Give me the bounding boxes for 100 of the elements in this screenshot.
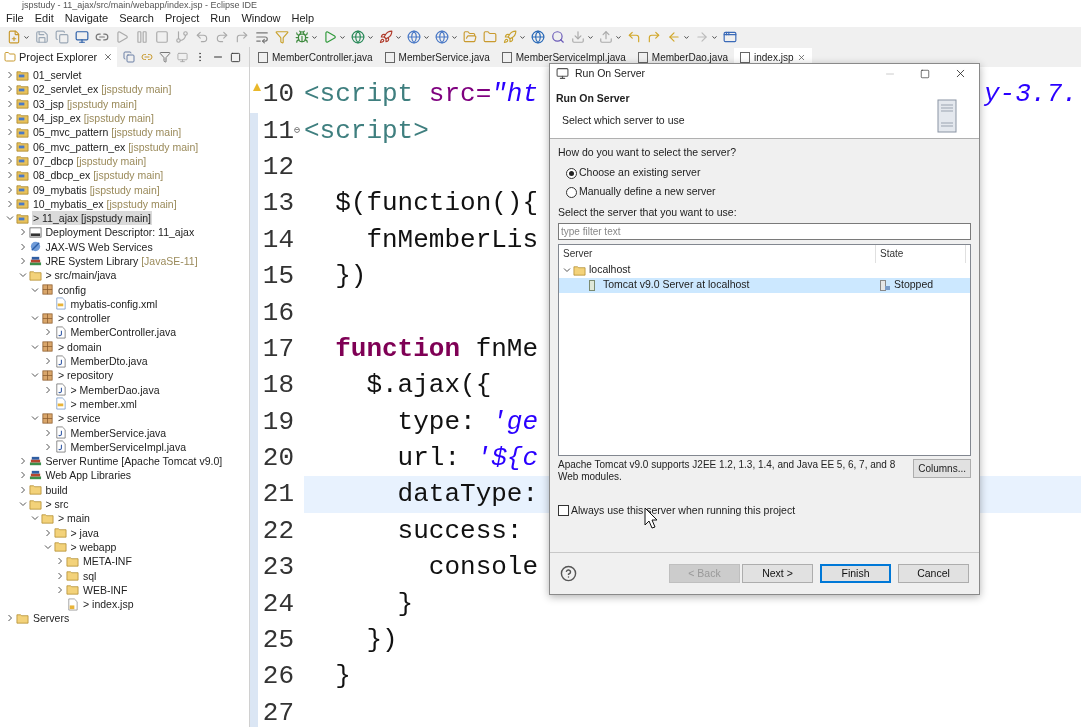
code-line: url: '${c [396, 443, 539, 474]
run-icon[interactable] [323, 30, 337, 44]
link-icon[interactable] [95, 30, 109, 44]
tree-item[interactable]: MemberService.java [69, 425, 168, 440]
server-row[interactable]: Tomcat v9.0 Server at localhost Stopped [559, 277, 970, 293]
launch-icon[interactable] [379, 30, 393, 44]
radio-button[interactable]: Manually define a new server [566, 185, 971, 199]
tree-item[interactable]: Deployment Descriptor: 11_ajax [44, 225, 196, 240]
column-header[interactable]: Server [559, 244, 876, 263]
branch-icon[interactable] [175, 30, 189, 44]
tree-item[interactable]: 01_servlet [32, 68, 83, 83]
tree-item[interactable]: JAX-WS Web Services [44, 239, 154, 254]
tree-item[interactable]: Web App Libraries [44, 468, 133, 483]
tree-item[interactable]: JRE System Library [JavaSE-11] [44, 254, 199, 268]
columns-button[interactable]: Columns... [913, 458, 971, 478]
globe-icon[interactable] [435, 30, 449, 44]
tree-item[interactable]: > 11_ajax [jspstudy main] [32, 211, 152, 226]
tree-item[interactable]: sql [82, 568, 98, 583]
menu-item[interactable]: Run [206, 10, 235, 27]
debug-icon[interactable] [295, 30, 309, 44]
web-icon[interactable] [407, 30, 421, 44]
tree-item[interactable]: build [44, 482, 69, 497]
tree-item[interactable]: > domain [57, 339, 103, 354]
tree-item[interactable]: > src [44, 497, 70, 512]
menu-item[interactable]: Edit [30, 10, 58, 27]
tree-item[interactable]: 05_mvc_pattern [jspstudy main] [32, 125, 183, 140]
tree-item[interactable]: > index.jsp [82, 597, 135, 612]
tree-item[interactable]: MemberServiceImpl.java [69, 439, 188, 454]
column-header[interactable]: State [876, 244, 966, 263]
tree-item[interactable]: MemberDto.java [69, 354, 149, 369]
tree-item[interactable]: config [57, 282, 88, 297]
tree-item[interactable]: > main [57, 511, 91, 526]
stop-icon[interactable] [155, 30, 169, 44]
tree-item[interactable]: Server Runtime [Apache Tomcat v9.0] [44, 454, 224, 469]
maximize-icon[interactable] [920, 68, 930, 79]
globe-icon[interactable] [531, 30, 545, 44]
collapse-all-icon[interactable] [123, 51, 136, 63]
folder-icon[interactable] [483, 30, 497, 44]
tree-item[interactable]: > webapp [69, 539, 118, 554]
save-icon[interactable] [35, 30, 49, 44]
tree-item[interactable]: > repository [57, 368, 115, 383]
tree-item[interactable]: mybatis-config.xml [69, 296, 159, 311]
tree-item[interactable]: WEB-INF [82, 582, 129, 597]
tree-item[interactable]: 08_dbcp_ex [jspstudy main] [32, 168, 165, 183]
project-explorer-tab[interactable]: Project Explorer [0, 47, 118, 67]
menu-item[interactable]: Project [161, 10, 204, 27]
rocket-icon[interactable] [503, 30, 517, 44]
save-all-icon[interactable] [55, 30, 69, 44]
dialog-button[interactable]: Cancel [898, 564, 969, 583]
word-wrap-icon[interactable] [255, 30, 269, 44]
new-file-icon[interactable] [7, 30, 21, 44]
radio-button[interactable]: Choose an existing server [566, 166, 971, 180]
tree-item[interactable]: 02_servlet_ex [jspstudy main] [32, 82, 173, 97]
xml-file-icon [53, 297, 67, 311]
server-state: Stopped [894, 277, 934, 293]
fold-icon[interactable]: ⊖ [294, 125, 301, 137]
package-icon [41, 311, 54, 325]
menu-item[interactable]: File [2, 10, 28, 27]
tree-item[interactable]: > service [57, 411, 102, 426]
folder-icon [28, 497, 42, 511]
dialog-subheading: Select which server to use [562, 112, 685, 128]
code-line: <script src="ht [304, 79, 539, 110]
tree-item[interactable]: > member.xml [69, 396, 138, 411]
menu-item[interactable]: Search [115, 10, 158, 27]
tree-item[interactable]: 10_mybatis_ex [jspstudy main] [32, 196, 178, 211]
help-icon[interactable] [560, 565, 577, 582]
tree-item[interactable]: 06_mvc_pattern_ex [jspstudy main] [32, 139, 200, 154]
tree-item[interactable]: META-INF [82, 554, 133, 569]
tree-item[interactable]: > controller [57, 311, 112, 326]
tree-item[interactable]: > java [69, 525, 100, 540]
tree-item[interactable]: MemberController.java [69, 325, 178, 340]
tree-item[interactable]: 03_jsp [jspstudy main] [32, 96, 138, 111]
menu-item[interactable]: Help [287, 10, 319, 27]
filter-icon[interactable] [159, 51, 172, 63]
line-number: 14 [262, 224, 294, 255]
app-icon [556, 67, 569, 80]
open-folder-icon[interactable] [463, 30, 477, 44]
tree-item[interactable]: > MemberDao.java [69, 382, 161, 397]
maximize-icon[interactable] [230, 51, 242, 63]
tree-item[interactable]: > src/main/java [44, 268, 118, 283]
tree-item[interactable]: localhost [589, 262, 631, 278]
search-icon[interactable] [551, 30, 565, 44]
menu-item[interactable]: Window [237, 10, 285, 27]
filter-field[interactable]: type filter text [558, 222, 971, 240]
resume-icon[interactable] [115, 30, 129, 44]
link-icon[interactable] [141, 51, 154, 63]
line-number: 25 [262, 625, 294, 656]
close-icon[interactable] [954, 67, 967, 80]
menu-item[interactable]: Navigate [60, 10, 113, 27]
close-icon[interactable] [797, 53, 807, 62]
suspend-icon[interactable] [135, 30, 149, 44]
tree-item[interactable]: Servers [32, 611, 71, 626]
dialog-button[interactable]: Next > [742, 564, 813, 583]
dialog-button[interactable]: Finish [820, 564, 891, 583]
tree-item[interactable]: 07_dbcp [jspstudy main] [32, 153, 148, 168]
line-number: 19 [262, 406, 294, 437]
server-name: Tomcat v9.0 Server at localhost [603, 277, 750, 293]
tree-item[interactable]: 09_mybatis [jspstudy main] [32, 182, 161, 197]
close-icon[interactable] [103, 52, 114, 62]
tree-item[interactable]: 04_jsp_ex [jspstudy main] [32, 111, 155, 126]
